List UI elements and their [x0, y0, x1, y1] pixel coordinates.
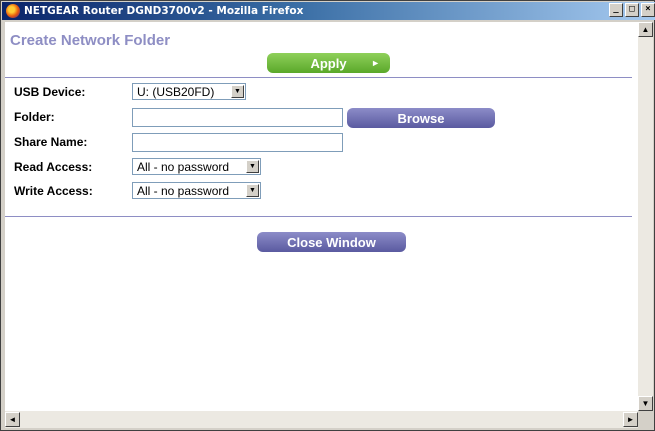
write-access-select[interactable]: All - no password ▼ [132, 182, 261, 199]
folder-label: Folder: [14, 110, 55, 124]
scroll-up-icon[interactable]: ▲ [638, 22, 653, 37]
share-name-input[interactable] [132, 133, 343, 152]
close-window-label: Close Window [287, 234, 376, 250]
divider-top [5, 77, 632, 78]
apply-button-label: Apply [310, 55, 347, 71]
read-access-value: All - no password [137, 159, 230, 174]
vertical-scrollbar[interactable]: ▲ ▼ [638, 22, 653, 411]
chevron-down-icon[interactable]: ▼ [231, 85, 244, 98]
scroll-left-icon[interactable]: ◄ [5, 412, 20, 427]
scroll-right-icon[interactable]: ► [623, 412, 638, 427]
close-window-page-button[interactable]: Close Window [257, 232, 406, 252]
minimize-button[interactable]: _ [609, 3, 623, 17]
folder-input[interactable] [132, 108, 343, 127]
usb-device-select[interactable]: U: (USB20FD) ▼ [132, 83, 246, 100]
window-title: NETGEAR Router DGND3700v2 - Mozilla Fire… [24, 5, 304, 17]
arrow-right-icon: ► [371, 58, 380, 68]
window-controls: _ □ × [609, 3, 655, 17]
scrollbar-corner [638, 411, 653, 428]
usb-device-value: U: (USB20FD) [137, 84, 215, 99]
write-access-value: All - no password [137, 183, 230, 198]
firefox-icon [6, 4, 20, 18]
browse-button-label: Browse [397, 110, 445, 126]
page-title: Create Network Folder [10, 32, 171, 49]
horizontal-scrollbar[interactable]: ◄ ► [5, 411, 638, 428]
read-access-label: Read Access: [14, 160, 93, 174]
divider-bottom [5, 216, 632, 217]
browse-button[interactable]: Browse [347, 108, 495, 128]
write-access-label: Write Access: [14, 184, 93, 198]
share-name-label: Share Name: [14, 135, 88, 149]
maximize-button[interactable]: □ [625, 3, 639, 17]
chevron-down-icon[interactable]: ▼ [246, 160, 259, 173]
usb-device-label: USB Device: [14, 85, 86, 99]
chevron-down-icon[interactable]: ▼ [246, 184, 259, 197]
close-window-button[interactable]: × [641, 3, 655, 17]
browser-window: NETGEAR Router DGND3700v2 - Mozilla Fire… [0, 0, 655, 431]
scroll-down-icon[interactable]: ▼ [638, 396, 653, 411]
apply-button[interactable]: Apply ► [267, 53, 390, 73]
read-access-select[interactable]: All - no password ▼ [132, 158, 261, 175]
title-bar[interactable]: NETGEAR Router DGND3700v2 - Mozilla Fire… [2, 2, 655, 20]
page-viewport: Create Network Folder Apply ► USB Device… [5, 22, 638, 411]
